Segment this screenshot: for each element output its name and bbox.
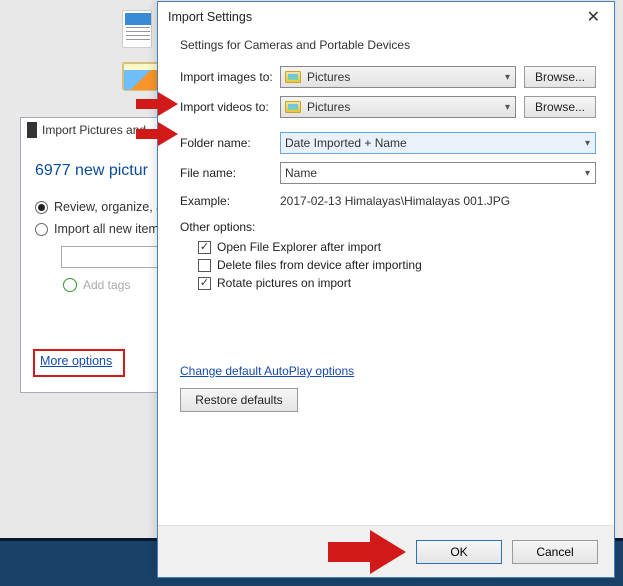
- device-icon: [27, 122, 37, 138]
- chevron-down-icon: ▾: [505, 102, 510, 113]
- import-videos-label: Import videos to:: [180, 100, 280, 114]
- restore-label: Restore defaults: [195, 393, 282, 407]
- radio-icon: [35, 201, 48, 214]
- row-import-videos: Import videos to: Pictures ▾ Browse...: [180, 96, 596, 118]
- row-import-images: Import images to: Pictures ▾ Browse...: [180, 66, 596, 88]
- dropdown-value: Name: [285, 166, 317, 180]
- restore-defaults-button[interactable]: Restore defaults: [180, 388, 298, 412]
- chevron-down-icon: ▾: [585, 168, 590, 179]
- section-heading: Settings for Cameras and Portable Device…: [180, 38, 596, 52]
- pictures-folder-icon: [285, 71, 301, 83]
- folder-name-dropdown[interactable]: Date Imported + Name ▾: [280, 132, 596, 154]
- dropdown-value: Pictures: [307, 100, 350, 114]
- radio-label: Import all new items: [54, 222, 165, 236]
- row-folder-name: Folder name: Date Imported + Name ▾: [180, 132, 596, 154]
- back-dialog-title: Import Pictures and: [42, 123, 146, 137]
- checkbox-delete-files[interactable]: Delete files from device after importing: [180, 256, 596, 274]
- example-label: Example:: [180, 194, 280, 208]
- dialog-title: Import Settings: [168, 10, 252, 24]
- annotation-box-more-options: [33, 349, 125, 377]
- annotation-arrow-ok: [328, 530, 406, 574]
- add-tags-label: Add tags: [83, 278, 130, 292]
- checkbox-icon: [198, 241, 211, 254]
- folder-name-label: Folder name:: [180, 136, 280, 150]
- chevron-down-icon: ▾: [585, 138, 590, 149]
- checkbox-icon: [198, 277, 211, 290]
- example-value: 2017-02-13 Himalayas\Himalayas 001.JPG: [280, 194, 510, 208]
- checkbox-open-explorer[interactable]: Open File Explorer after import: [180, 238, 596, 256]
- ok-button[interactable]: OK: [416, 540, 502, 564]
- checkbox-rotate-pictures[interactable]: Rotate pictures on import: [180, 274, 596, 292]
- import-settings-dialog: Import Settings ✕ Settings for Cameras a…: [157, 1, 615, 578]
- browse-images-button[interactable]: Browse...: [524, 66, 596, 88]
- checkbox-label: Rotate pictures on import: [217, 276, 351, 290]
- file-name-label: File name:: [180, 166, 280, 180]
- plus-tag-icon: [63, 278, 77, 292]
- dropdown-value: Pictures: [307, 70, 350, 84]
- row-example: Example: 2017-02-13 Himalayas\Himalayas …: [180, 194, 596, 208]
- dropdown-value: Date Imported + Name: [285, 136, 407, 150]
- import-images-dropdown[interactable]: Pictures ▾: [280, 66, 516, 88]
- radio-label: Review, organize, an: [54, 200, 170, 214]
- autoplay-options-link[interactable]: Change default AutoPlay options: [180, 364, 354, 378]
- import-images-label: Import images to:: [180, 70, 280, 84]
- browse-videos-button[interactable]: Browse...: [524, 96, 596, 118]
- import-videos-dropdown[interactable]: Pictures ▾: [280, 96, 516, 118]
- annotation-arrow-images: [136, 92, 178, 116]
- ok-label: OK: [450, 545, 467, 559]
- file-name-dropdown[interactable]: Name ▾: [280, 162, 596, 184]
- browse-label: Browse...: [535, 70, 585, 84]
- close-icon[interactable]: ✕: [581, 5, 606, 29]
- checkbox-label: Delete files from device after importing: [217, 258, 422, 272]
- row-file-name: File name: Name ▾: [180, 162, 596, 184]
- browse-label: Browse...: [535, 100, 585, 114]
- chevron-down-icon: ▾: [505, 72, 510, 83]
- checkbox-icon: [198, 259, 211, 272]
- titlebar: Import Settings ✕: [158, 2, 614, 32]
- annotation-arrow-videos: [136, 122, 178, 146]
- cancel-label: Cancel: [536, 545, 573, 559]
- checkbox-label: Open File Explorer after import: [217, 240, 381, 254]
- radio-icon: [35, 223, 48, 236]
- pictures-folder-icon: [285, 101, 301, 113]
- desktop-doc-icon: [122, 10, 152, 48]
- cancel-button[interactable]: Cancel: [512, 540, 598, 564]
- desktop-folder-icon: [122, 62, 158, 90]
- other-options-heading: Other options:: [180, 220, 596, 234]
